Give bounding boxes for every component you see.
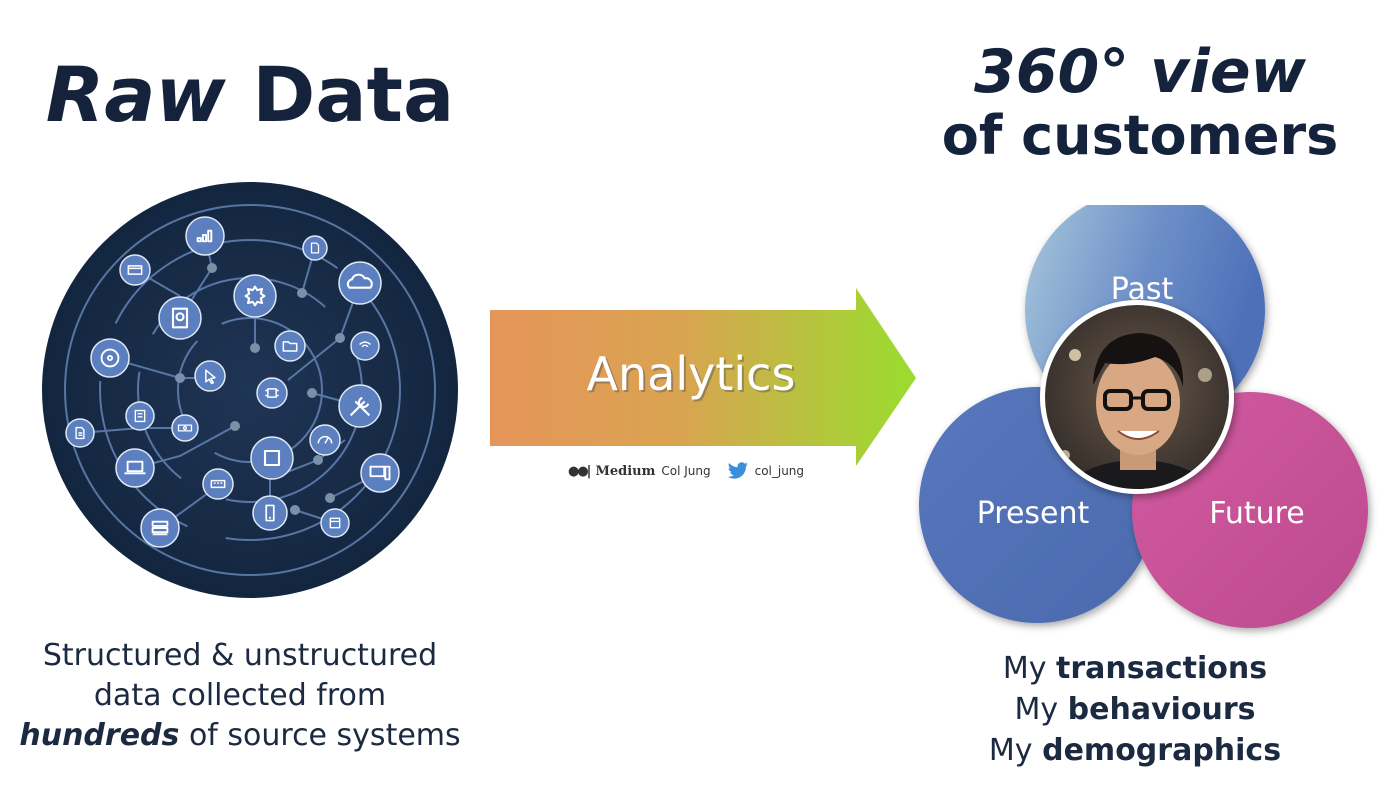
disc-icon — [90, 338, 130, 378]
tools-icon — [338, 384, 382, 428]
medium-logo-icon: ●●| — [568, 463, 591, 479]
hard-drive-icon — [158, 296, 202, 340]
cloud-icon — [338, 261, 382, 305]
raw-data-caption-line3-rest: of source systems — [188, 718, 461, 753]
customer-caption: My transactions My behaviours My demogra… — [950, 648, 1320, 771]
customer-caption-behaviours: My behaviours — [950, 689, 1320, 730]
raw-data-caption-emphasis: hundreds — [19, 718, 180, 753]
cursor-icon — [194, 360, 226, 392]
money-icon — [171, 414, 199, 442]
customer-view-title-line2: of customers — [941, 104, 1339, 167]
present-label: Present — [977, 496, 1090, 531]
network-background — [42, 182, 458, 598]
raw-data-caption-line1: Structured & unstructured — [42, 638, 438, 673]
caption-prefix: My — [1002, 651, 1047, 686]
chip-icon — [256, 377, 288, 409]
caption-prefix: My — [988, 733, 1033, 768]
customer-caption-demographics: My demographics — [950, 730, 1320, 771]
document-icon — [65, 418, 95, 448]
speedometer-icon — [309, 424, 341, 456]
caption-demographics: demographics — [1042, 733, 1282, 768]
customer-view-title: 360° view of customers — [930, 40, 1350, 168]
medium-user: Col Jung — [661, 464, 711, 478]
raw-data-title-rest: Data — [252, 50, 455, 139]
author-credit: ●●| Medium Col Jung col_jung — [568, 461, 808, 481]
raw-data-caption: Structured & unstructured data collected… — [0, 636, 480, 756]
data-network-diagram — [42, 182, 458, 598]
credit-card-icon — [119, 254, 151, 286]
customer-caption-transactions: My transactions — [950, 648, 1320, 689]
raw-data-title: Raw Data — [0, 50, 500, 139]
windows-icon — [320, 508, 350, 538]
twitter-user: col_jung — [754, 464, 805, 478]
sd-card-icon — [302, 235, 328, 261]
medium-label: Medium — [595, 463, 656, 479]
tablet-icon — [250, 436, 294, 480]
analytics-arrow: Analytics Analytics — [490, 288, 916, 466]
desktop-icon — [360, 453, 400, 493]
wifi-icon — [350, 331, 380, 361]
bar-chart-icon — [185, 216, 225, 256]
future-label: Future — [1209, 496, 1305, 531]
keyboard-icon — [202, 468, 234, 500]
customer-venn-diagram: Past Present Future — [919, 205, 1368, 628]
customer-view-title-line1: 360° view — [974, 37, 1306, 107]
database-icon — [140, 508, 180, 548]
arrow-label: Analytics — [587, 347, 796, 401]
raw-data-title-em: Raw — [45, 50, 226, 139]
server-board-icon — [125, 401, 155, 431]
caption-transactions: transactions — [1056, 651, 1268, 686]
gear-icon — [233, 274, 277, 318]
caption-prefix: My — [1014, 692, 1059, 727]
laptop-icon — [115, 448, 155, 488]
phone-icon — [252, 495, 288, 531]
raw-data-caption-line3: hundreds of source systems — [0, 716, 480, 756]
twitter-bird-icon — [727, 462, 748, 479]
raw-data-caption-line2: data collected from — [93, 678, 387, 713]
folder-icon — [274, 330, 306, 362]
caption-behaviours: behaviours — [1067, 692, 1256, 727]
